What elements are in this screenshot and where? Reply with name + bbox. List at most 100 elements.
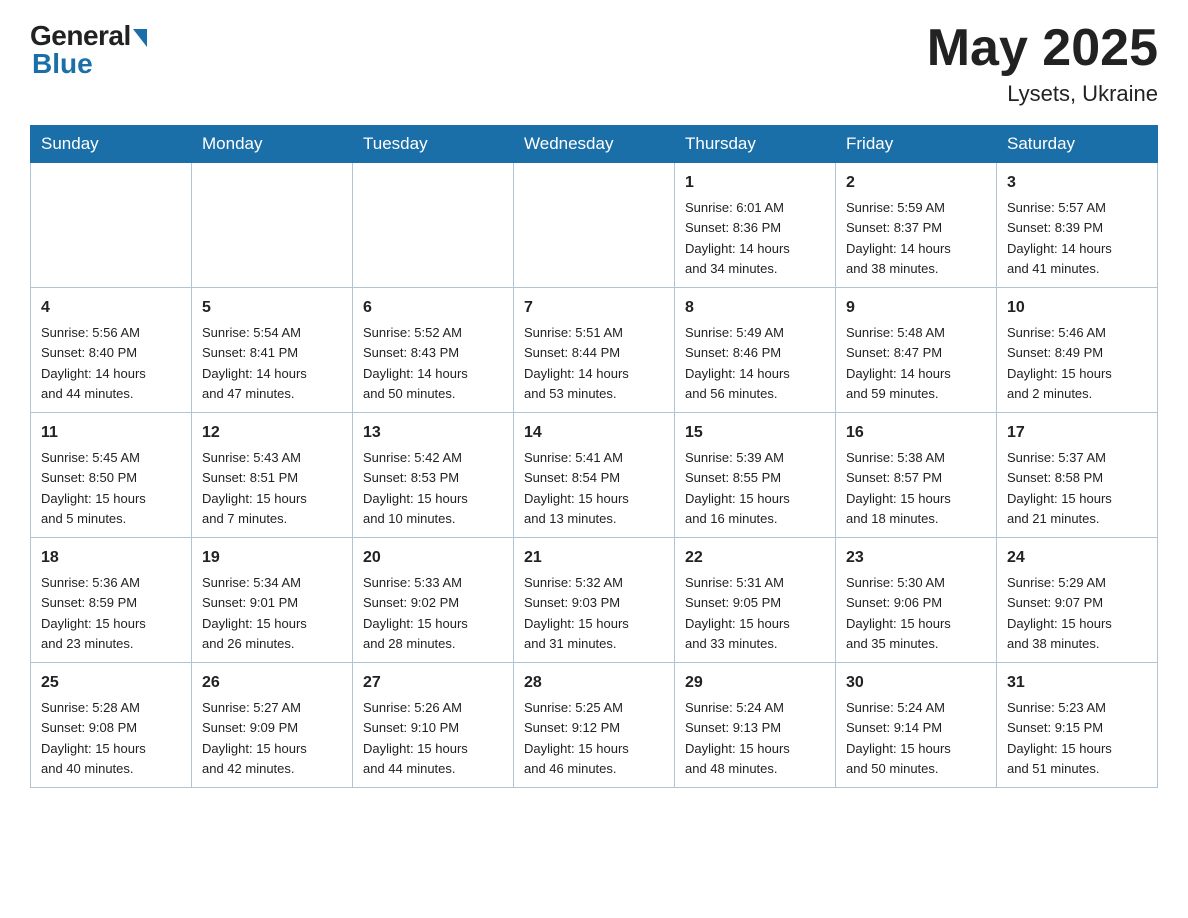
day-number: 20: [363, 546, 503, 570]
day-info: Sunrise: 5:27 AMSunset: 9:09 PMDaylight:…: [202, 700, 307, 776]
calendar-cell: 27 Sunrise: 5:26 AMSunset: 9:10 PMDayligh…: [353, 663, 514, 788]
day-number: 3: [1007, 171, 1147, 195]
day-number: 11: [41, 421, 181, 445]
day-info: Sunrise: 5:56 AMSunset: 8:40 PMDaylight:…: [41, 325, 146, 401]
day-number: 29: [685, 671, 825, 695]
day-info: Sunrise: 5:48 AMSunset: 8:47 PMDaylight:…: [846, 325, 951, 401]
day-info: Sunrise: 5:36 AMSunset: 8:59 PMDaylight:…: [41, 575, 146, 651]
day-info: Sunrise: 5:37 AMSunset: 8:58 PMDaylight:…: [1007, 450, 1112, 526]
logo-blue-text: Blue: [32, 48, 93, 80]
day-number: 6: [363, 296, 503, 320]
day-info: Sunrise: 5:30 AMSunset: 9:06 PMDaylight:…: [846, 575, 951, 651]
day-number: 18: [41, 546, 181, 570]
day-number: 2: [846, 171, 986, 195]
calendar-cell: 30 Sunrise: 5:24 AMSunset: 9:14 PMDayligh…: [836, 663, 997, 788]
calendar-cell: 19 Sunrise: 5:34 AMSunset: 9:01 PMDayligh…: [192, 538, 353, 663]
day-info: Sunrise: 5:23 AMSunset: 9:15 PMDaylight:…: [1007, 700, 1112, 776]
calendar-cell: 16Sunrise: 5:38 AMSunset: 8:57 PMDayligh…: [836, 413, 997, 538]
calendar-header-thursday: Thursday: [675, 126, 836, 163]
calendar-cell: 8Sunrise: 5:49 AMSunset: 8:46 PMDaylight…: [675, 288, 836, 413]
day-info: Sunrise: 6:01 AMSunset: 8:36 PMDaylight:…: [685, 200, 790, 276]
calendar-cell: [514, 163, 675, 288]
calendar-header-saturday: Saturday: [997, 126, 1158, 163]
day-info: Sunrise: 5:24 AMSunset: 9:13 PMDaylight:…: [685, 700, 790, 776]
day-info: Sunrise: 5:52 AMSunset: 8:43 PMDaylight:…: [363, 325, 468, 401]
calendar-cell: [192, 163, 353, 288]
calendar-header-sunday: Sunday: [31, 126, 192, 163]
calendar-location: Lysets, Ukraine: [927, 81, 1158, 107]
day-info: Sunrise: 5:28 AMSunset: 9:08 PMDaylight:…: [41, 700, 146, 776]
day-info: Sunrise: 5:25 AMSunset: 9:12 PMDaylight:…: [524, 700, 629, 776]
day-number: 7: [524, 296, 664, 320]
day-number: 16: [846, 421, 986, 445]
day-number: 10: [1007, 296, 1147, 320]
calendar-cell: 18 Sunrise: 5:36 AMSunset: 8:59 PMDayligh…: [31, 538, 192, 663]
calendar-cell: 22 Sunrise: 5:31 AMSunset: 9:05 PMDayligh…: [675, 538, 836, 663]
calendar-cell: 25Sunrise: 5:28 AMSunset: 9:08 PMDayligh…: [31, 663, 192, 788]
day-info: Sunrise: 5:26 AMSunset: 9:10 PMDaylight:…: [363, 700, 468, 776]
day-info: Sunrise: 5:42 AMSunset: 8:53 PMDaylight:…: [363, 450, 468, 526]
day-number: 12: [202, 421, 342, 445]
calendar-cell: 13Sunrise: 5:42 AMSunset: 8:53 PMDayligh…: [353, 413, 514, 538]
calendar-cell: 7Sunrise: 5:51 AMSunset: 8:44 PMDaylight…: [514, 288, 675, 413]
day-info: Sunrise: 5:31 AMSunset: 9:05 PMDaylight:…: [685, 575, 790, 651]
calendar-cell: 6 Sunrise: 5:52 AMSunset: 8:43 PMDaylight…: [353, 288, 514, 413]
calendar-header-monday: Monday: [192, 126, 353, 163]
calendar-week-row: 4 Sunrise: 5:56 AMSunset: 8:40 PMDaylight…: [31, 288, 1158, 413]
day-number: 21: [524, 546, 664, 570]
day-info: Sunrise: 5:32 AMSunset: 9:03 PMDaylight:…: [524, 575, 629, 651]
day-number: 27: [363, 671, 503, 695]
day-number: 4: [41, 296, 181, 320]
day-info: Sunrise: 5:54 AMSunset: 8:41 PMDaylight:…: [202, 325, 307, 401]
calendar-cell: 2 Sunrise: 5:59 AMSunset: 8:37 PMDaylight…: [836, 163, 997, 288]
calendar-cell: [31, 163, 192, 288]
day-number: 9: [846, 296, 986, 320]
day-number: 15: [685, 421, 825, 445]
day-info: Sunrise: 5:24 AMSunset: 9:14 PMDaylight:…: [846, 700, 951, 776]
day-number: 30: [846, 671, 986, 695]
calendar-header-tuesday: Tuesday: [353, 126, 514, 163]
calendar-title: May 2025: [927, 20, 1158, 77]
day-info: Sunrise: 5:59 AMSunset: 8:37 PMDaylight:…: [846, 200, 951, 276]
calendar-week-row: 25Sunrise: 5:28 AMSunset: 9:08 PMDayligh…: [31, 663, 1158, 788]
day-number: 22: [685, 546, 825, 570]
calendar-week-row: 11Sunrise: 5:45 AMSunset: 8:50 PMDayligh…: [31, 413, 1158, 538]
calendar-week-row: 18 Sunrise: 5:36 AMSunset: 8:59 PMDayligh…: [31, 538, 1158, 663]
day-info: Sunrise: 5:34 AMSunset: 9:01 PMDaylight:…: [202, 575, 307, 651]
calendar-cell: 23Sunrise: 5:30 AMSunset: 9:06 PMDayligh…: [836, 538, 997, 663]
calendar-cell: 4 Sunrise: 5:56 AMSunset: 8:40 PMDaylight…: [31, 288, 192, 413]
day-number: 14: [524, 421, 664, 445]
day-info: Sunrise: 5:57 AMSunset: 8:39 PMDaylight:…: [1007, 200, 1112, 276]
title-block: May 2025 Lysets, Ukraine: [927, 20, 1158, 107]
day-info: Sunrise: 5:46 AMSunset: 8:49 PMDaylight:…: [1007, 325, 1112, 401]
day-info: Sunrise: 5:43 AMSunset: 8:51 PMDaylight:…: [202, 450, 307, 526]
calendar-table: SundayMondayTuesdayWednesdayThursdayFrid…: [30, 125, 1158, 788]
day-info: Sunrise: 5:39 AMSunset: 8:55 PMDaylight:…: [685, 450, 790, 526]
page-header: General Blue May 2025 Lysets, Ukraine: [30, 20, 1158, 107]
day-number: 28: [524, 671, 664, 695]
calendar-cell: 15 Sunrise: 5:39 AMSunset: 8:55 PMDayligh…: [675, 413, 836, 538]
calendar-header-row: SundayMondayTuesdayWednesdayThursdayFrid…: [31, 126, 1158, 163]
calendar-cell: 1 Sunrise: 6:01 AMSunset: 8:36 PMDaylight…: [675, 163, 836, 288]
calendar-cell: 11Sunrise: 5:45 AMSunset: 8:50 PMDayligh…: [31, 413, 192, 538]
day-number: 17: [1007, 421, 1147, 445]
day-number: 1: [685, 171, 825, 195]
day-info: Sunrise: 5:33 AMSunset: 9:02 PMDaylight:…: [363, 575, 468, 651]
calendar-week-row: 1 Sunrise: 6:01 AMSunset: 8:36 PMDaylight…: [31, 163, 1158, 288]
day-number: 26: [202, 671, 342, 695]
calendar-cell: 29 Sunrise: 5:24 AMSunset: 9:13 PMDayligh…: [675, 663, 836, 788]
day-info: Sunrise: 5:29 AMSunset: 9:07 PMDaylight:…: [1007, 575, 1112, 651]
calendar-cell: 21 Sunrise: 5:32 AMSunset: 9:03 PMDayligh…: [514, 538, 675, 663]
calendar-cell: 28 Sunrise: 5:25 AMSunset: 9:12 PMDayligh…: [514, 663, 675, 788]
calendar-cell: 3 Sunrise: 5:57 AMSunset: 8:39 PMDaylight…: [997, 163, 1158, 288]
calendar-cell: 10 Sunrise: 5:46 AMSunset: 8:49 PMDayligh…: [997, 288, 1158, 413]
day-info: Sunrise: 5:41 AMSunset: 8:54 PMDaylight:…: [524, 450, 629, 526]
day-number: 5: [202, 296, 342, 320]
calendar-header-friday: Friday: [836, 126, 997, 163]
day-number: 19: [202, 546, 342, 570]
day-number: 31: [1007, 671, 1147, 695]
day-info: Sunrise: 5:49 AMSunset: 8:46 PMDaylight:…: [685, 325, 790, 401]
calendar-cell: 12 Sunrise: 5:43 AMSunset: 8:51 PMDayligh…: [192, 413, 353, 538]
calendar-header-wednesday: Wednesday: [514, 126, 675, 163]
day-number: 24: [1007, 546, 1147, 570]
